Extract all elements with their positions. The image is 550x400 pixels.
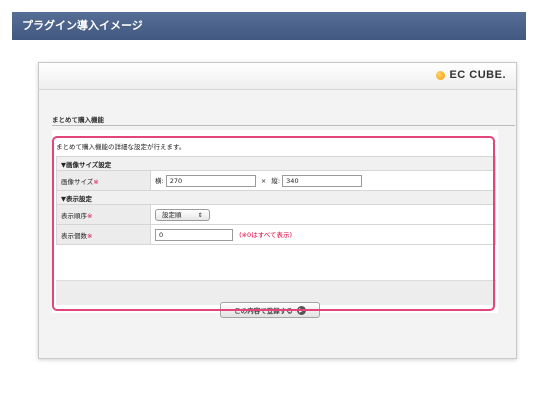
count-note: (※0はすべて表示) [239,230,293,239]
order-select-value: 設定順 [162,210,182,219]
settings-panel: まとめて購入機能の詳細な設定が行えます。 ▼画像サイズ設定 画像サイズ※ 横: … [52,130,498,313]
width-label: 横: [155,176,164,185]
eccube-logo-icon [436,70,446,80]
size-separator: × [260,176,267,185]
table-row: 表示順序※ 設定順 ⇕ [56,204,496,225]
field-label-text: 画像サイズ [61,177,94,186]
settings-table: ▼画像サイズ設定 画像サイズ※ 横: 270 × 縦: 340 ▼表示設定 表示… [56,156,496,245]
group-label-display: ▼表示設定 [56,190,496,205]
order-select[interactable]: 設定順 ⇕ [155,208,210,221]
count-input[interactable]: 0 [155,228,233,241]
window-header: EC CUBE. [39,63,516,90]
field-cell-image-size: 横: 270 × 縦: 340 [150,170,496,191]
table-row: 表示個数※ 0 (※0はすべて表示) [56,224,496,245]
panel-description: まとめて購入機能の詳細な設定が行えます。 [56,143,186,151]
field-label-text: 表示順序 [61,211,87,220]
section-title: まとめて購入機能 [52,116,104,124]
required-mark: ※ [87,231,93,240]
section-divider [52,125,515,126]
field-label-text: 表示個数 [61,231,87,240]
width-input[interactable]: 270 [165,174,256,187]
arrow-right-icon: ▶ [296,305,306,315]
group-label-image-size: ▼画像サイズ設定 [56,156,496,171]
required-mark: ※ [87,211,93,220]
page-header: プラグイン導入イメージ [12,12,526,40]
save-button[interactable]: この内容で登録する ▶ [220,302,320,318]
field-label-count: 表示個数※ [56,224,151,245]
eccube-logo: EC CUBE. [436,69,506,81]
group-row-image-size: ▼画像サイズ設定 [56,156,496,171]
field-label-image-size: 画像サイズ※ [56,170,151,191]
logo-text: EC CUBE. [449,69,506,81]
group-row-display: ▼表示設定 [56,190,496,205]
field-cell-order: 設定順 ⇕ [150,204,496,225]
height-label: 縦: [271,176,281,185]
save-button-label: この内容で登録する [234,307,293,315]
field-label-order: 表示順序※ [56,204,151,225]
height-input[interactable]: 340 [282,174,363,187]
table-row: 画像サイズ※ 横: 270 × 縦: 340 [56,170,496,191]
page-title: プラグイン導入イメージ [22,19,143,32]
select-arrows-icon: ⇕ [197,211,203,219]
field-cell-count: 0 (※0はすべて表示) [150,224,496,245]
required-mark: ※ [93,177,99,186]
